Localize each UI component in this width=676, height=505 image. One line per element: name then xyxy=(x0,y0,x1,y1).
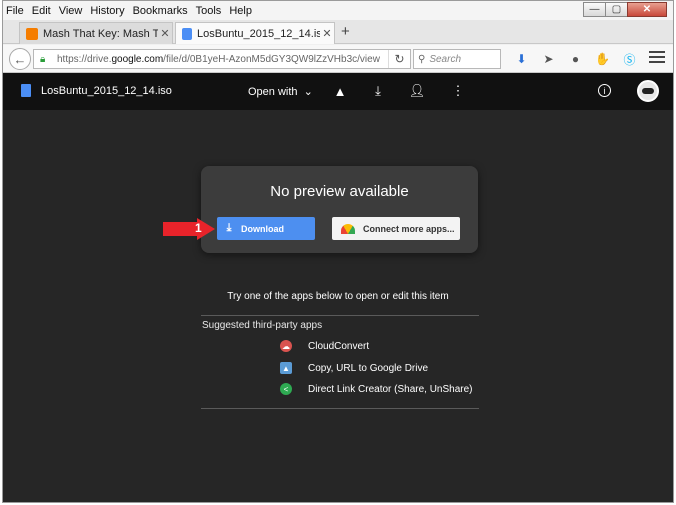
try-apps-text: Try one of the apps below to open or edi… xyxy=(227,291,449,302)
close-window-button[interactable]: ✕ xyxy=(627,2,667,17)
tab-label: LosBuntu_2015_12_14.iso - ... xyxy=(197,27,320,40)
search-icon: ⚲ xyxy=(418,53,426,65)
menu-edit[interactable]: Edit xyxy=(32,5,51,17)
app-name: CloudConvert xyxy=(308,340,370,352)
suggested-apps-title: Suggested third-party apps xyxy=(202,320,323,331)
hamburger-menu-icon[interactable] xyxy=(649,51,665,66)
divider xyxy=(201,315,479,316)
tab-bar: Mash That Key: Mash That ... ✕ LosBuntu_… xyxy=(3,20,673,44)
skype-icon[interactable]: Ⓢ xyxy=(616,50,643,68)
menu-bookmarks[interactable]: Bookmarks xyxy=(133,5,188,17)
url-text: https://drive.google.com/file/d/0B1yeH-A… xyxy=(57,53,380,65)
menu-help[interactable]: Help xyxy=(229,5,252,17)
no-preview-title: No preview available xyxy=(270,183,409,200)
menu-history[interactable]: History xyxy=(90,5,124,17)
rainbow-apps-icon xyxy=(341,223,355,234)
file-doc-icon xyxy=(21,84,31,97)
step-callout-arrow: 1 xyxy=(163,218,215,240)
drive-viewer: LosBuntu_2015_12_14.iso Open with ⌄ ▲ ⤓ … xyxy=(3,73,673,502)
avatar[interactable] xyxy=(637,80,659,102)
download-button[interactable]: ⤓ Download xyxy=(217,217,315,240)
tab-label: Mash That Key: Mash That ... xyxy=(43,27,158,40)
app-copy-url[interactable]: ▲ Copy, URL to Google Drive xyxy=(280,362,428,374)
divider xyxy=(201,408,479,409)
blogger-icon xyxy=(26,27,38,40)
step-number: 1 xyxy=(195,221,202,235)
menu-tools[interactable]: Tools xyxy=(196,5,222,17)
connect-label: Connect more apps... xyxy=(363,223,455,234)
lock-icon: 🔒︎ xyxy=(40,53,46,65)
connect-more-apps-button[interactable]: Connect more apps... xyxy=(332,217,460,240)
app-name: Direct Link Creator (Share, UnShare) xyxy=(308,383,473,395)
new-tab-button[interactable]: + xyxy=(341,23,350,40)
red-arrow-icon xyxy=(163,218,215,240)
download-icon[interactable]: ⤓ xyxy=(369,82,387,100)
app-cloudconvert[interactable]: ☁ CloudConvert xyxy=(280,340,369,352)
extension-icon[interactable]: ✋ xyxy=(589,50,616,68)
browser-window: File Edit View History Bookmarks Tools H… xyxy=(2,0,674,503)
menu-view[interactable]: View xyxy=(59,5,83,17)
app-name: Copy, URL to Google Drive xyxy=(308,362,429,374)
file-name: LosBuntu_2015_12_14.iso xyxy=(41,85,172,97)
drive-header: LosBuntu_2015_12_14.iso Open with ⌄ ▲ ⤓ … xyxy=(3,73,673,110)
tab-close-icon[interactable]: ✕ xyxy=(320,27,334,40)
open-with-button[interactable]: Open with ⌄ xyxy=(248,85,313,98)
reload-icon[interactable]: ↻ xyxy=(388,50,410,68)
search-placeholder: Search xyxy=(429,53,462,65)
window-controls: — ▢ ✕ xyxy=(583,2,667,17)
menu-file[interactable]: File xyxy=(6,5,24,17)
info-icon[interactable]: i xyxy=(598,84,611,97)
tab-losbuntu[interactable]: LosBuntu_2015_12_14.iso - ... ✕ xyxy=(175,22,335,44)
maximize-button[interactable]: ▢ xyxy=(605,2,628,17)
download-icon: ⤓ xyxy=(226,222,232,234)
chat-icon[interactable]: ● xyxy=(562,50,589,68)
no-preview-panel: No preview available ⤓ Download Connect … xyxy=(201,166,478,253)
send-icon[interactable]: ➤ xyxy=(535,50,562,68)
copy-url-icon: ▲ xyxy=(280,362,292,374)
url-bar[interactable]: 🔒︎ https://drive.google.com/file/d/0B1ye… xyxy=(33,49,411,69)
back-button[interactable]: ← xyxy=(9,48,31,70)
search-input[interactable]: ⚲ Search xyxy=(413,49,501,69)
share-person-icon[interactable]: 👤︎ xyxy=(408,82,426,100)
toolbar-icons: ⬇ ➤ ● ✋ Ⓢ xyxy=(508,50,643,68)
add-to-drive-icon[interactable]: ▲ xyxy=(331,82,349,100)
navigation-bar: ← 🔒︎ https://drive.google.com/file/d/0B1… xyxy=(3,45,673,73)
tab-mash-that-key[interactable]: Mash That Key: Mash That ... ✕ xyxy=(19,22,173,44)
minimize-button[interactable]: — xyxy=(583,2,606,17)
drive-doc-icon xyxy=(182,27,192,40)
download-label: Download xyxy=(241,223,284,234)
share-icon: < xyxy=(280,383,292,395)
app-direct-link-creator[interactable]: < Direct Link Creator (Share, UnShare) xyxy=(280,383,473,395)
more-options-icon[interactable]: ⋮ xyxy=(449,82,467,100)
cloudconvert-icon: ☁ xyxy=(280,340,292,352)
menu-bar: File Edit View History Bookmarks Tools H… xyxy=(3,1,673,20)
tab-close-icon[interactable]: ✕ xyxy=(158,27,172,40)
downloads-icon[interactable]: ⬇ xyxy=(508,50,535,68)
